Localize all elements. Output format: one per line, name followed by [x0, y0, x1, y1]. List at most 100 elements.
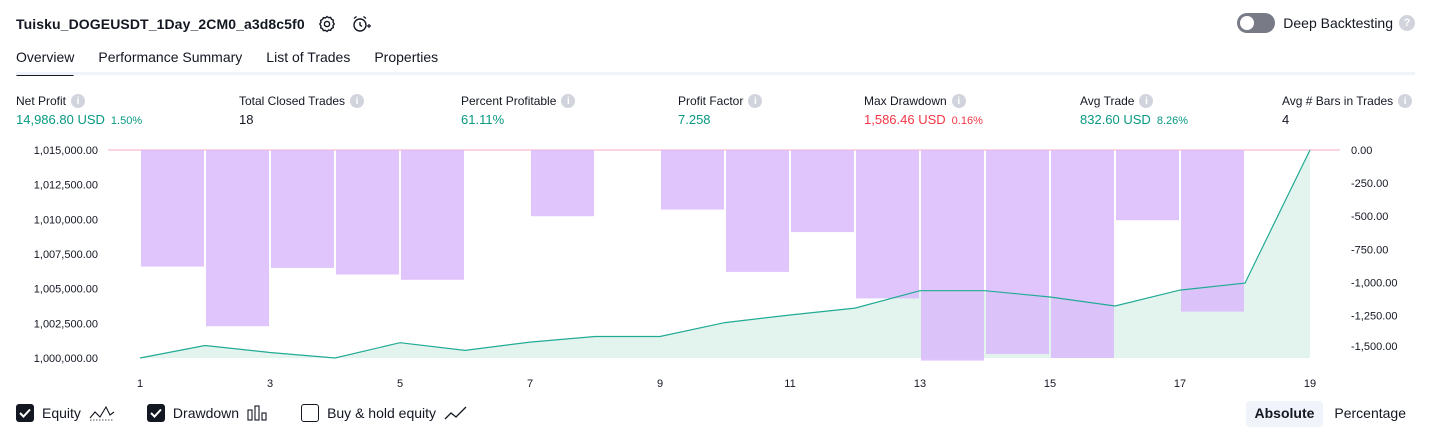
percentage-button[interactable]: Percentage	[1325, 401, 1415, 427]
left-axis-tick-label: 1,015,000.00	[34, 145, 98, 157]
right-axis-tick-label: -1,500.00	[1351, 341, 1397, 353]
legend-equity[interactable]: Equity	[16, 404, 115, 422]
x-axis-tick-label: 3	[267, 378, 273, 390]
left-axis-tick-label: 1,012,500.00	[34, 180, 98, 192]
info-icon[interactable]: i	[1398, 94, 1413, 108]
info-icon[interactable]: i	[350, 94, 365, 108]
tab-overview[interactable]: Overview	[16, 46, 75, 76]
buy-hold-checkbox[interactable]	[301, 404, 320, 422]
metric-avg-trade: Avg Trade i 832.60 USD 8.26%	[1080, 93, 1188, 127]
metric-label: Profit Factor	[678, 94, 744, 108]
drawdown-bar	[1181, 150, 1244, 312]
tab-list-of-trades[interactable]: List of Trades	[266, 46, 350, 74]
metric-avg-bars-in-trades: Avg # Bars in Trades i 4	[1282, 93, 1413, 127]
drawdown-bar	[986, 150, 1049, 354]
drawdown-bar	[206, 150, 269, 327]
left-axis-tick-label: 1,007,500.00	[34, 249, 98, 261]
deep-backtesting: Deep Backtesting ?	[1237, 13, 1415, 33]
legend-label: Drawdown	[172, 405, 240, 421]
tab-divider	[16, 72, 1415, 75]
drawdown-bar	[336, 150, 399, 275]
metric-label: Net Profit	[16, 94, 67, 108]
right-axis-tick-label: -500.00	[1351, 211, 1388, 223]
equity-drawdown-chart[interactable]: 1,015,000.00 1,012,500.00 1,010,000.00 1,00…	[0, 138, 1431, 396]
drawdown-bar	[271, 150, 334, 268]
metric-percent: 0.16%	[951, 115, 983, 127]
alarm-clock-plus-icon[interactable]	[349, 12, 373, 36]
metric-percent: 1.50%	[110, 115, 143, 127]
x-axis-tick-label: 19	[1304, 378, 1316, 390]
x-axis-tick-label: 1	[137, 378, 143, 390]
gear-icon[interactable]	[315, 12, 339, 36]
legend-label: Buy & hold equity	[327, 405, 437, 421]
metric-value: 18	[239, 112, 254, 127]
left-axis-tick-label: 1,002,500.00	[34, 318, 98, 330]
metric-profit-factor: Profit Factor i 7.258	[678, 93, 763, 127]
right-axis-tick-label: -250.00	[1351, 178, 1388, 190]
drawdown-bar	[791, 150, 854, 233]
right-axis-tick-label: -1,250.00	[1351, 311, 1397, 323]
equity-line-icon	[89, 404, 115, 422]
metric-label: Avg Trade	[1080, 94, 1135, 108]
drawdown-bars-icon	[247, 404, 269, 422]
help-icon[interactable]: ?	[1399, 15, 1415, 31]
drawdown-bar	[1051, 150, 1114, 358]
drawdown-bar	[921, 150, 984, 361]
metric-value: 4	[1282, 112, 1290, 127]
strategy-title: Tuisku_DOGEUSDT_1Day_2CM0_a3d8c5f0	[16, 16, 305, 32]
drawdown-bar	[141, 150, 204, 267]
x-axis-tick-label: 9	[657, 378, 663, 390]
drawdown-bar	[726, 150, 789, 272]
absolute-button[interactable]: Absolute	[1245, 401, 1324, 427]
legend-drawdown[interactable]: Drawdown	[146, 404, 269, 422]
tab-bar: Overview Performance Summary List of Tra…	[16, 46, 462, 76]
metric-value: 61.11%	[461, 112, 505, 127]
x-axis-tick-label: 5	[397, 378, 403, 390]
equity-checkbox[interactable]	[16, 404, 34, 422]
deep-backtesting-toggle[interactable]	[1237, 13, 1276, 33]
left-axis-tick-label: 1,005,000.00	[34, 284, 98, 296]
metric-value: 832.60 USD	[1080, 112, 1151, 127]
metric-label: Max Drawdown	[864, 94, 947, 108]
drawdown-checkbox[interactable]	[146, 404, 165, 422]
strategy-header: Tuisku_DOGEUSDT_1Day_2CM0_a3d8c5f0	[16, 11, 373, 37]
metric-value: 14,986.80 USD	[16, 112, 105, 127]
metric-percent: 8.26%	[1156, 115, 1189, 127]
drawdown-bar	[856, 150, 919, 299]
metric-max-drawdown: Max Drawdown i 1,586.46 USD 0.16%	[864, 93, 983, 127]
drawdown-bar	[401, 150, 464, 280]
metric-percent-profitable: Percent Profitable i 61.11%	[461, 93, 576, 127]
right-axis-tick-label: -1,000.00	[1351, 277, 1397, 289]
metric-value: 7.258	[678, 112, 711, 127]
x-axis-tick-label: 7	[527, 378, 533, 390]
legend-buy-hold-equity[interactable]: Buy & hold equity	[301, 404, 468, 422]
info-icon[interactable]: i	[951, 94, 966, 108]
metric-label: Percent Profitable	[461, 94, 557, 108]
right-axis-tick-label: 0.00	[1351, 145, 1372, 157]
legend-label: Equity	[42, 405, 81, 421]
drawdown-bar	[1116, 150, 1179, 221]
info-icon[interactable]: i	[71, 94, 86, 108]
drawdown-bar	[531, 150, 594, 217]
info-icon[interactable]: i	[561, 94, 576, 108]
info-icon[interactable]: i	[748, 94, 763, 108]
buy-hold-line-icon	[444, 404, 468, 422]
metric-total-closed-trades: Total Closed Trades i 18	[239, 93, 365, 127]
x-axis-tick-label: 11	[784, 378, 795, 390]
toggle-knob	[1240, 16, 1255, 30]
x-axis-tick-label: 17	[1174, 378, 1186, 390]
x-axis-tick-label: 13	[914, 378, 926, 390]
tab-properties[interactable]: Properties	[374, 46, 438, 74]
x-axis-tick-label: 15	[1044, 378, 1056, 390]
metric-value: 1,586.46 USD	[864, 112, 946, 127]
tab-performance-summary[interactable]: Performance Summary	[98, 46, 242, 74]
metric-net-profit: Net Profit i 14,986.80 USD 1.50%	[16, 93, 142, 127]
left-axis-tick-label: 1,000,000.00	[34, 353, 98, 365]
metric-label: Total Closed Trades	[239, 94, 346, 108]
drawdown-bar	[661, 150, 724, 210]
right-axis-tick-label: -750.00	[1351, 244, 1388, 256]
left-axis-tick-label: 1,010,000.00	[34, 214, 98, 226]
scale-toggle: Absolute Percentage	[1244, 401, 1416, 427]
deep-backtesting-label: Deep Backtesting	[1283, 15, 1393, 31]
info-icon[interactable]: i	[1139, 94, 1154, 108]
